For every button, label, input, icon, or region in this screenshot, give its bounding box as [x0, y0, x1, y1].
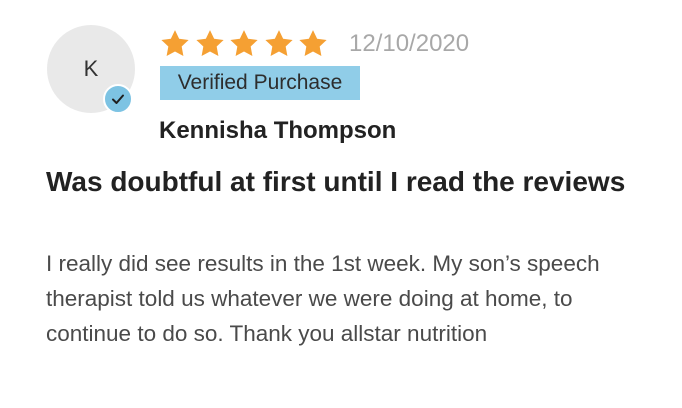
star-rating — [159, 28, 332, 60]
avatar-initial: K — [83, 56, 99, 81]
review-card: K 12/10/2020 Verified Purchase Kennisha … — [0, 0, 682, 408]
star-icon — [161, 30, 189, 56]
verified-purchase-badge: Verified Purchase — [160, 66, 360, 100]
review-date: 12/10/2020 — [349, 30, 470, 57]
star-icon — [230, 30, 258, 56]
star-icon — [299, 30, 327, 56]
reviewer-name: Kennisha Thompson — [159, 117, 397, 144]
star-icon — [195, 30, 224, 56]
star-icon — [264, 30, 293, 56]
review-title: Was doubtful at first until I read the r… — [46, 166, 626, 197]
verified-check-icon — [103, 84, 133, 114]
review-body: I really did see results in the 1st week… — [46, 251, 600, 346]
